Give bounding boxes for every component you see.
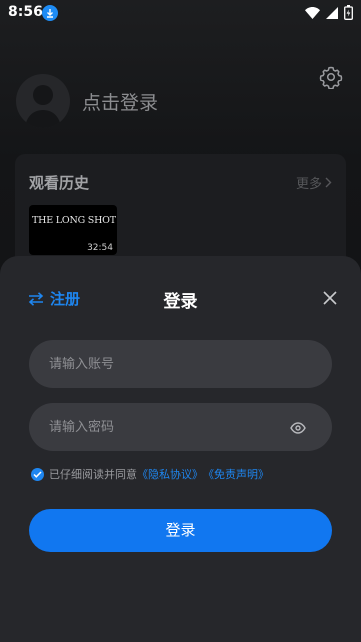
- close-icon[interactable]: [322, 290, 338, 306]
- privacy-policy-link[interactable]: 《隐私协议》: [137, 466, 203, 482]
- history-title: 观看历史: [29, 174, 90, 192]
- settings-gear-icon[interactable]: [319, 65, 343, 90]
- battery-icon: [344, 5, 353, 20]
- signal-icon: [326, 6, 338, 19]
- password-input[interactable]: [49, 403, 289, 451]
- agreement-text: 已仔细阅读并同意: [49, 468, 137, 481]
- status-icons: [305, 5, 353, 20]
- sheet-title: 登录: [163, 292, 198, 312]
- password-field: [29, 403, 332, 451]
- agreement-checkbox-checked-icon[interactable]: [31, 467, 44, 481]
- history-item-thumbnail[interactable]: THE LONG SHOT 32:54: [29, 205, 117, 255]
- avatar[interactable]: [16, 74, 70, 128]
- history-item-duration: 32:54: [87, 243, 113, 253]
- status-bar: 8:56: [0, 0, 361, 26]
- history-item-title: THE LONG SHOT: [32, 215, 116, 226]
- history-more-link[interactable]: 更多: [296, 173, 332, 192]
- account-input[interactable]: [49, 340, 289, 388]
- agreement-row: 已仔细阅读并同意 《隐私协议》 《免责声明》: [31, 466, 269, 482]
- disclaimer-link[interactable]: 《免责声明》: [203, 466, 269, 482]
- more-label: 更多: [295, 177, 322, 192]
- login-sheet: 注册 登录 已仔细阅读并同意 《隐私协议》 《免责声明》 登录: [0, 256, 361, 642]
- show-password-eye-icon[interactable]: [290, 420, 306, 434]
- status-time: 8:56: [8, 4, 43, 20]
- app-screen: 8:56 点击登录 观看历史 更多 THE LONG SHOT 32:54 注册…: [0, 0, 361, 642]
- wifi-icon: [305, 6, 320, 19]
- default-avatar-icon: [25, 85, 61, 128]
- chevron-right-icon: [325, 177, 332, 188]
- account-field: [29, 340, 332, 388]
- login-button[interactable]: 登录: [29, 509, 332, 552]
- download-icon: [42, 5, 58, 21]
- login-prompt-text[interactable]: 点击登录: [82, 88, 158, 115]
